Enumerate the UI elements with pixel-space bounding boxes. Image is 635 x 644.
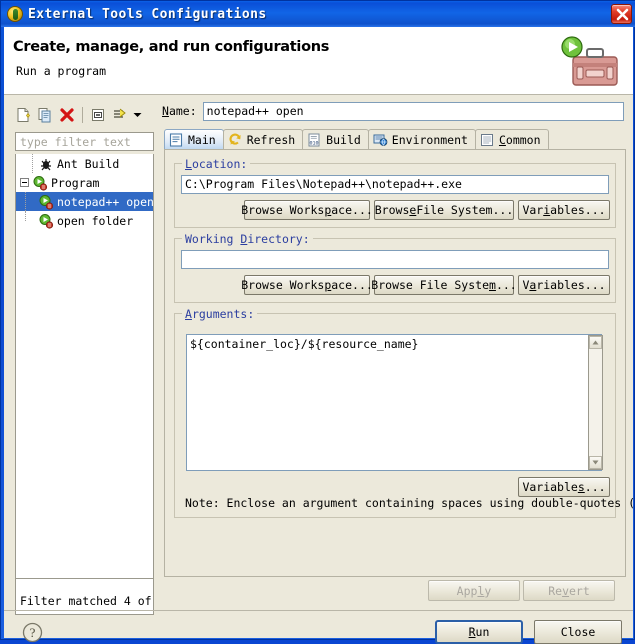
tree-item-label: Ant Build <box>57 156 120 171</box>
refresh-tab-icon <box>228 133 243 147</box>
working-directory-input[interactable] <box>181 250 609 269</box>
arguments-scrollbar[interactable] <box>588 335 603 470</box>
tab-label: Main <box>188 133 216 147</box>
environment-tab-icon <box>373 133 388 147</box>
scroll-down-icon[interactable] <box>589 456 602 469</box>
copy-icon[interactable] <box>34 105 55 126</box>
location-input[interactable]: C:\Program Files\Notepad++\notepad++.exe <box>181 175 609 194</box>
location-browse-workspace-button[interactable]: Browse Works p ace... <box>241 200 373 220</box>
location-variables-button[interactable]: Var i ables... <box>518 200 610 220</box>
dialog-window: External Tools Configurations Create, ma… <box>0 0 635 644</box>
configuration-editor: Name: notepad++ open Main Refresh 010 Bu… <box>162 101 635 577</box>
workdir-browse-workspace-button[interactable]: Browse Works p ace... <box>241 275 373 295</box>
main-tab-panel: Location: C:\Program Files\Notepad++\not… <box>164 149 635 577</box>
header-banner: Create, manage, and run configurations R… <box>4 27 633 95</box>
page-title: Create, manage, and run configurations <box>13 39 330 55</box>
working-directory-legend: Working Directory: <box>182 232 313 246</box>
workdir-browse-file-system-button[interactable]: Browse File Syste m... <box>371 275 517 295</box>
configurations-tree[interactable]: Ant Build Program notepad++ open open fo… <box>15 154 154 579</box>
page-subtitle: Run a program <box>16 64 107 78</box>
tree-item-open-folder[interactable]: open folder <box>16 211 153 230</box>
collapse-all-icon[interactable] <box>87 105 108 126</box>
svg-text:010: 010 <box>310 141 319 147</box>
program-icon <box>32 175 48 191</box>
new-document-icon[interactable] <box>12 105 33 126</box>
arguments-legend: Arguments: <box>182 307 258 321</box>
tree-item-label: notepad++ open <box>57 194 154 209</box>
program-config-icon <box>38 213 54 229</box>
apply-button[interactable]: App l y <box>428 580 520 601</box>
tab-label: Environment <box>391 133 468 147</box>
build-tab-icon: 010 <box>307 133 322 147</box>
location-group: Location: C:\Program Files\Notepad++\not… <box>174 157 616 228</box>
eclipse-app-icon <box>7 6 23 22</box>
tree-item-program[interactable]: Program <box>16 173 153 192</box>
toolbox-run-icon <box>561 36 618 86</box>
arguments-textarea[interactable]: ${container_loc}/${resource_name} <box>186 334 602 471</box>
dialog-body: Create, manage, and run configurations R… <box>4 27 635 644</box>
arguments-group: Arguments: ${container_loc}/${resource_n… <box>174 307 635 518</box>
main-tab-icon <box>169 133 184 147</box>
location-browse-file-system-button[interactable]: Brows e File System... <box>374 200 514 220</box>
tab-refresh[interactable]: Refresh <box>222 129 304 150</box>
tab-common[interactable]: Common <box>474 129 549 150</box>
svg-text:?: ? <box>30 625 36 640</box>
name-row: Name: notepad++ open <box>162 101 626 121</box>
scroll-up-icon[interactable] <box>589 336 602 349</box>
toolbar-separator <box>82 107 83 123</box>
configurations-toolbar <box>12 103 157 127</box>
arguments-note: Note: Enclose an argument containing spa… <box>185 496 635 510</box>
tree-item-label: open folder <box>57 213 134 228</box>
tab-build[interactable]: 010 Build <box>302 129 369 150</box>
chevron-down-icon[interactable] <box>131 105 143 126</box>
tree-item-ant-build[interactable]: Ant Build <box>16 154 153 173</box>
working-directory-group: Working Directory: Browse Works p ace... B… <box>174 232 616 303</box>
run-button[interactable]: Run <box>435 620 523 644</box>
common-tab-icon <box>480 133 495 147</box>
title-bar: External Tools Configurations <box>1 1 635 27</box>
tree-expander-icon[interactable] <box>20 178 29 187</box>
ant-build-icon <box>38 156 54 172</box>
revert-button[interactable]: Re v ert <box>523 580 615 601</box>
window-title: External Tools Configurations <box>28 6 267 22</box>
tree-item-label: Program <box>51 175 100 190</box>
filter-icon[interactable] <box>109 105 130 126</box>
delete-x-icon[interactable] <box>56 105 77 126</box>
close-button[interactable]: Close <box>534 620 622 644</box>
tab-main[interactable]: Main <box>164 129 224 150</box>
program-config-icon <box>38 194 54 210</box>
tree-item-notepad-open[interactable]: notepad++ open <box>16 192 153 211</box>
tab-bar: Main Refresh 010 Build Environment Commo… <box>164 129 626 150</box>
name-input[interactable]: notepad++ open <box>202 101 624 121</box>
tab-label: Common <box>498 133 541 147</box>
location-legend: Location: <box>182 157 251 171</box>
tab-environment[interactable]: Environment <box>367 129 476 150</box>
footer-separator <box>4 610 633 611</box>
filter-input[interactable]: type filter text <box>15 132 154 151</box>
arguments-variables-button[interactable]: Variable s... <box>518 477 610 497</box>
workdir-variables-button[interactable]: Va riables... <box>518 275 610 295</box>
tab-label: Refresh <box>246 133 296 147</box>
tab-label: Build <box>326 133 361 147</box>
name-label: Name: <box>162 104 197 118</box>
close-icon[interactable] <box>611 4 632 24</box>
